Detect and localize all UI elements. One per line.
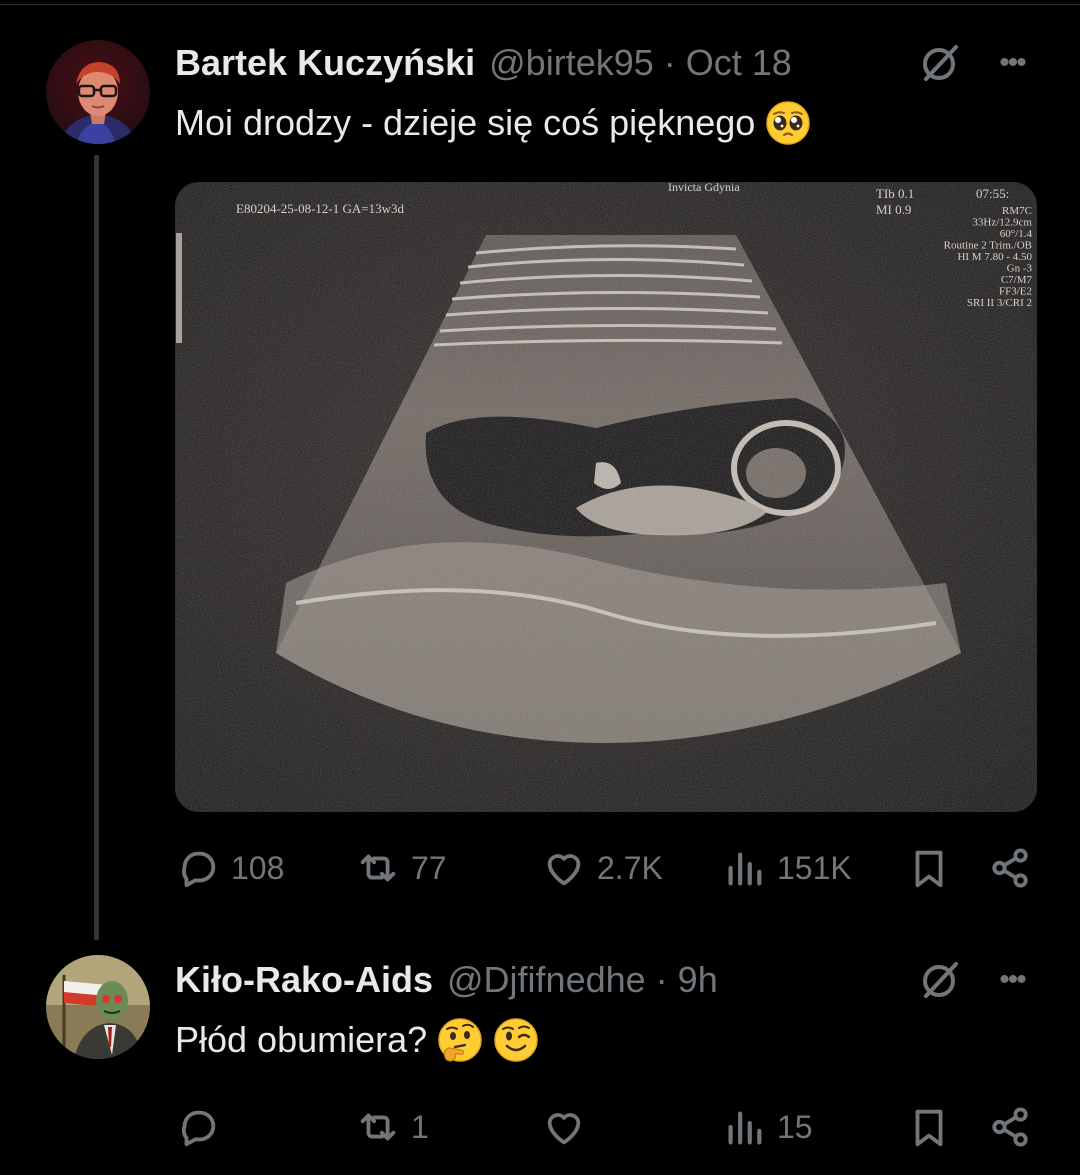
ultrasound-overlay-line: C7/M7 <box>1001 274 1033 286</box>
author-handle[interactable]: @Djfifnedhe <box>447 959 646 1001</box>
share-icon <box>992 1107 1028 1147</box>
like-button[interactable] <box>541 1102 597 1152</box>
views-icon <box>728 1111 762 1145</box>
post-header: Kiło-Rako-Aids @Djfifnedhe · 9h <box>175 955 718 1005</box>
ultrasound-overlay-line: HI M 7.80 - 4.50 <box>957 251 1032 263</box>
avatar[interactable] <box>46 955 150 1059</box>
post-header: Bartek Kuczyński @birtek95 · Oct 18 <box>175 38 792 88</box>
repost-button[interactable]: 1 <box>355 1102 429 1152</box>
views-count: 15 <box>777 1108 813 1145</box>
thinking-face-emoji <box>437 1017 483 1063</box>
author-handle[interactable]: @birtek95 <box>489 42 654 84</box>
views-button[interactable]: 151K <box>721 843 852 893</box>
reply-count: 108 <box>231 849 285 886</box>
reply-button[interactable]: 108 <box>175 843 284 893</box>
share-button[interactable] <box>987 843 1033 893</box>
ultrasound-overlay-time: 07:55: <box>976 186 1009 201</box>
reply-icon <box>182 1110 216 1147</box>
ultrasound-overlay-line: SRI II 3/CRI 2 <box>967 297 1032 309</box>
bookmark-icon <box>915 1109 943 1147</box>
repost-count: 1 <box>411 1108 429 1145</box>
share-button[interactable] <box>987 1102 1033 1152</box>
bookmark-icon <box>915 850 943 888</box>
avatar[interactable] <box>46 40 150 144</box>
views-count: 151K <box>777 849 852 886</box>
heart-icon <box>547 854 581 886</box>
post-time[interactable]: 9h <box>678 959 718 1001</box>
repost-icon <box>360 854 396 882</box>
post-text-row: Płód obumiera? <box>175 1013 539 1067</box>
winking-face-emoji <box>493 1017 539 1063</box>
post-time[interactable]: Oct 18 <box>686 42 792 84</box>
views-button[interactable]: 15 <box>721 1102 813 1152</box>
reply-button[interactable] <box>175 1102 231 1152</box>
ultrasound-overlay-line: Routine 2 Trim./OB <box>944 240 1032 252</box>
share-icon <box>992 848 1028 888</box>
post-actions: 1 15 <box>175 1102 1035 1152</box>
post-actions: 108 77 2.7K 151K <box>175 843 1035 893</box>
ultrasound-overlay-line: FF3/E2 <box>999 286 1032 298</box>
author-name[interactable]: Kiło-Rako-Aids <box>175 959 433 1001</box>
pleading-face-emoji <box>765 100 811 146</box>
post-text: Płód obumiera? <box>175 1019 428 1060</box>
ultrasound-image[interactable]: E80204-25-08-12-1 GA=13w3d Invicta Gdyni… <box>175 182 1037 812</box>
heart-icon <box>547 1113 581 1145</box>
more-icon[interactable]: ••• <box>990 41 1034 85</box>
more-icon[interactable]: ••• <box>990 958 1034 1002</box>
like-count: 2.7K <box>597 849 663 886</box>
post-text-row: Moi drodzy - dzieje się coś pięknego <box>175 96 811 150</box>
ultrasound-overlay-line: Gn -3 <box>1007 263 1033 275</box>
views-icon <box>728 852 762 886</box>
post-main[interactable]: Bartek Kuczyński @birtek95 · Oct 18 ••• … <box>0 0 1080 945</box>
ultrasound-overlay-mi: MI 0.9 <box>876 202 911 217</box>
ultrasound-overlay-id: E80204-25-08-12-1 GA=13w3d <box>236 201 405 216</box>
post-text: Moi drodzy - dzieje się coś pięknego <box>175 102 756 143</box>
bookmark-button[interactable] <box>906 1102 952 1152</box>
grok-icon[interactable] <box>918 958 962 1002</box>
ultrasound-overlay-clinic: Invicta Gdynia <box>668 183 740 194</box>
repost-count: 77 <box>411 849 447 886</box>
grok-icon[interactable] <box>918 41 962 85</box>
ultrasound-overlay-line: RM7C <box>1002 205 1032 217</box>
ultrasound-overlay-line: 60°/1.4 <box>1000 228 1033 240</box>
separator-dot: · <box>655 959 668 1000</box>
author-name[interactable]: Bartek Kuczyński <box>175 42 475 84</box>
separator-dot: · <box>663 42 676 83</box>
post-reply[interactable]: Kiło-Rako-Aids @Djfifnedhe · 9h ••• Płód… <box>0 945 1080 1175</box>
repost-button[interactable]: 77 <box>355 843 447 893</box>
like-button[interactable]: 2.7K <box>541 843 663 893</box>
repost-icon <box>360 1113 396 1141</box>
ultrasound-overlay-line: 33Hz/12.9cm <box>972 217 1032 229</box>
bookmark-button[interactable] <box>906 843 952 893</box>
reply-icon <box>182 851 216 888</box>
ultrasound-overlay-tib: TIb 0.1 <box>876 186 914 201</box>
thread-line <box>94 155 99 940</box>
